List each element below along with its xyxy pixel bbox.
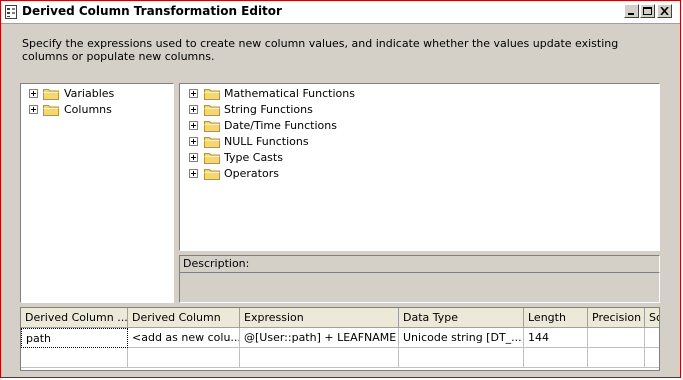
- description-area: [179, 272, 660, 303]
- empty-row-cell[interactable]: [524, 348, 588, 368]
- cell-precision[interactable]: [588, 328, 645, 348]
- cell-derived-column[interactable]: <add as new colu...: [128, 328, 240, 348]
- tree-label: String Functions: [224, 103, 313, 116]
- expand-icon[interactable]: [189, 89, 198, 98]
- expand-icon[interactable]: [29, 89, 38, 98]
- tree-label: NULL Functions: [224, 135, 309, 148]
- empty-row-cell[interactable]: [645, 348, 659, 368]
- folder-icon: [204, 169, 220, 180]
- empty-row-cell[interactable]: [21, 348, 128, 368]
- expand-icon[interactable]: [29, 105, 38, 114]
- empty-row-cell[interactable]: [240, 348, 399, 368]
- column-header-length[interactable]: Length: [524, 308, 588, 328]
- tree-label: Mathematical Functions: [224, 87, 355, 100]
- column-header-derived-column[interactable]: Derived Column: [128, 308, 240, 328]
- expand-icon[interactable]: [189, 169, 198, 178]
- empty-row-cell[interactable]: [128, 348, 240, 368]
- expand-icon[interactable]: [189, 105, 198, 114]
- instructions-text: Specify the expressions used to create n…: [22, 37, 619, 63]
- column-header-precision[interactable]: Precision: [588, 308, 645, 328]
- description-label: Description:: [179, 255, 660, 273]
- cell-data-type[interactable]: Unicode string [DT_...: [399, 328, 524, 348]
- tree-label: Date/Time Functions: [224, 119, 337, 132]
- folder-icon: [204, 105, 220, 116]
- maximize-button[interactable]: [640, 4, 655, 18]
- folder-icon: [204, 153, 220, 164]
- variables-columns-tree[interactable]: Variables Columns: [20, 83, 174, 303]
- app-icon: [5, 5, 17, 19]
- functions-tree[interactable]: Mathematical Functions String Functions …: [179, 83, 660, 251]
- cell-derived-column-name[interactable]: path: [21, 328, 128, 348]
- minimize-button[interactable]: [624, 4, 639, 18]
- tree-label: Operators: [224, 167, 279, 180]
- tree-label: Type Casts: [224, 151, 283, 164]
- minimize-icon: [628, 13, 634, 15]
- derived-columns-grid[interactable]: Derived Column ... Derived Column Expres…: [20, 307, 660, 371]
- expand-icon[interactable]: [189, 137, 198, 146]
- column-header-derived-column-name[interactable]: Derived Column ...: [21, 308, 128, 328]
- folder-icon: [43, 105, 59, 116]
- title-bar[interactable]: Derived Column Transformation Editor: [1, 1, 680, 24]
- window-title: Derived Column Transformation Editor: [22, 4, 282, 18]
- close-icon: [660, 7, 669, 15]
- column-header-scale[interactable]: Sc: [645, 308, 659, 328]
- empty-row-cell[interactable]: [399, 348, 524, 368]
- tree-label: Variables: [64, 87, 115, 100]
- column-header-expression[interactable]: Expression: [240, 308, 399, 328]
- tree-label: Columns: [64, 103, 112, 116]
- cell-length[interactable]: 144: [524, 328, 588, 348]
- folder-icon: [43, 89, 59, 100]
- folder-icon: [204, 137, 220, 148]
- empty-row-cell[interactable]: [588, 348, 645, 368]
- expand-icon[interactable]: [189, 121, 198, 130]
- dialog-window: Derived Column Transformation Editor Spe…: [0, 0, 681, 378]
- expand-icon[interactable]: [189, 153, 198, 162]
- folder-icon: [204, 89, 220, 100]
- maximize-icon: [643, 7, 652, 15]
- cell-scale[interactable]: [645, 328, 659, 348]
- close-button[interactable]: [657, 4, 672, 18]
- cell-expression[interactable]: @[User::path] + LEAFNAME: [240, 328, 399, 348]
- folder-icon: [204, 121, 220, 132]
- column-header-data-type[interactable]: Data Type: [399, 308, 524, 328]
